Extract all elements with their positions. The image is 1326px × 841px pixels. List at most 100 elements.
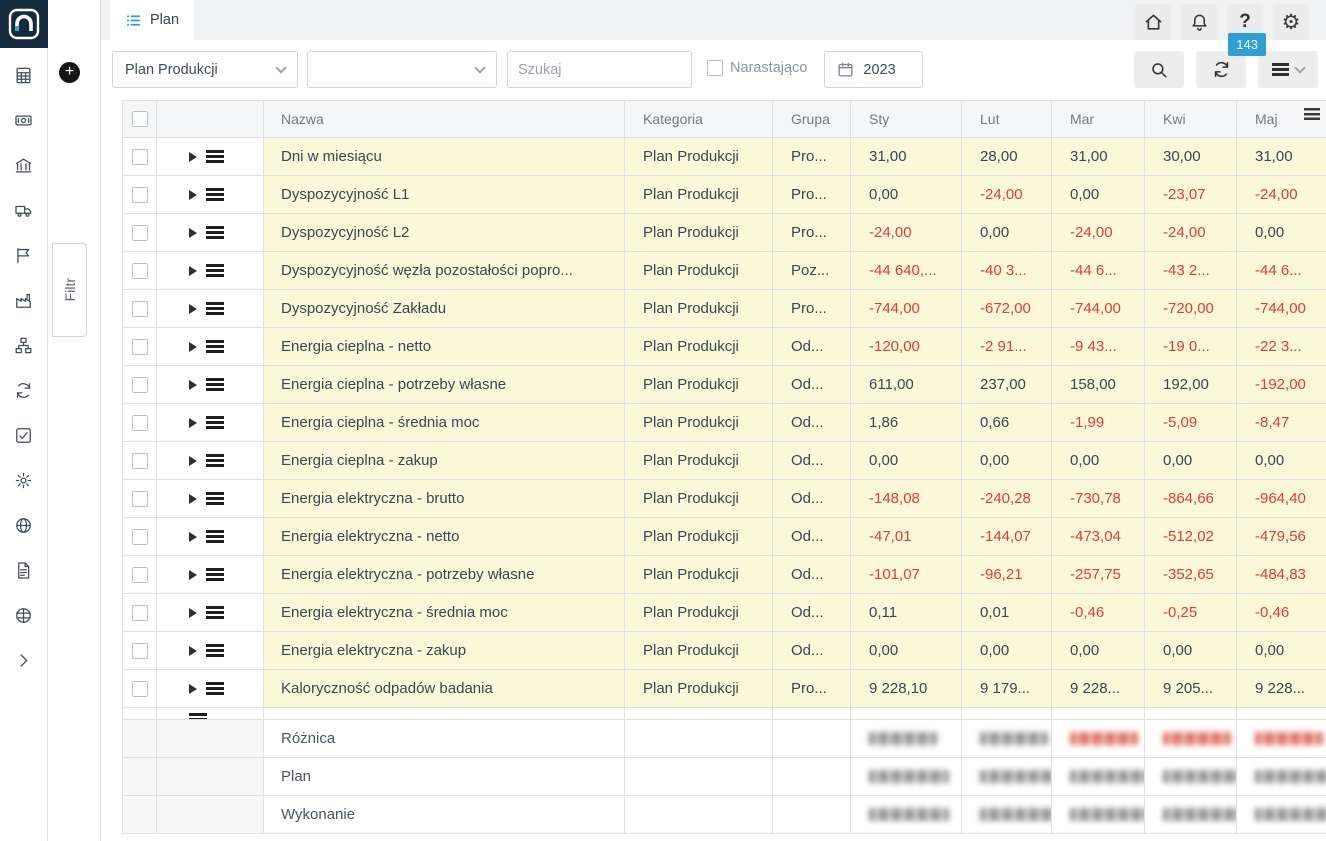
notifications-button[interactable] [1181,4,1217,40]
expand-arrow-icon[interactable] [189,418,197,428]
row-expand-cell [157,518,264,556]
expand-arrow-icon[interactable] [189,456,197,466]
column-menu-icon[interactable] [1304,108,1320,120]
expand-arrow-icon[interactable] [189,570,197,580]
row-menu-icon[interactable] [206,568,224,581]
expand-arrow-icon[interactable] [189,152,197,162]
row-menu-icon[interactable] [206,340,224,353]
row-checkbox[interactable] [132,225,148,241]
truck-icon[interactable] [11,196,37,224]
expand-arrow-icon[interactable] [189,266,197,276]
row-checkbox[interactable] [132,529,148,545]
row-checkbox[interactable] [132,605,148,621]
bank-icon[interactable] [11,151,37,179]
table-row[interactable]: Energia elektryczna - zakup Plan Produkc… [122,632,1326,670]
select-all-checkbox[interactable] [132,111,148,127]
column-header-grupa[interactable]: Grupa [773,100,851,138]
column-header-lut[interactable]: Lut [962,100,1052,138]
machine-icon[interactable] [11,466,37,494]
tasks-icon[interactable] [11,421,37,449]
web-icon[interactable] [11,601,37,629]
column-header-kwi[interactable]: Kwi [1145,100,1237,138]
payments-icon[interactable] [11,106,37,134]
row-checkbox[interactable] [132,415,148,431]
table-row[interactable]: Energia elektryczna - potrzeby własne Pl… [122,556,1326,594]
row-menu-icon[interactable] [206,606,224,619]
year-picker[interactable]: 2023 [824,51,923,88]
row-menu-icon[interactable] [206,644,224,657]
table-row[interactable]: Dni w miesiącu Plan Produkcji Pro... 31,… [122,138,1326,176]
home-button[interactable] [1135,4,1171,40]
expand-arrow-icon[interactable] [189,532,197,542]
globe-icon[interactable] [11,511,37,539]
row-checkbox[interactable] [132,187,148,203]
expand-arrow-icon[interactable] [189,494,197,504]
row-menu-icon[interactable] [206,492,224,505]
cumulative-checkbox[interactable]: Narastająco [707,60,807,76]
document-icon[interactable] [11,556,37,584]
row-menu-icon[interactable] [206,150,224,163]
row-checkbox[interactable] [132,301,148,317]
row-checkbox[interactable] [132,567,148,583]
column-header-kategoria[interactable]: Kategoria [625,100,773,138]
table-row[interactable]: Energia elektryczna - brutto Plan Produk… [122,480,1326,518]
flag-icon[interactable] [11,241,37,269]
expand-arrow-icon[interactable] [189,342,197,352]
grid-menu-button[interactable] [1258,51,1318,88]
table-row[interactable]: Energia cieplna - średnia moc Plan Produ… [122,404,1326,442]
table-row[interactable]: Energia elektryczna - średnia moc Plan P… [122,594,1326,632]
expand-arrow-icon[interactable] [189,190,197,200]
table-row[interactable]: Dyspozycyjność Zakładu Plan Produkcji Pr… [122,290,1326,328]
row-checkbox[interactable] [132,643,148,659]
expand-arrow-icon[interactable] [189,608,197,618]
calculator-icon[interactable] [11,61,37,89]
hierarchy-icon[interactable] [11,331,37,359]
table-row[interactable]: Energia cieplna - zakup Plan Produkcji O… [122,442,1326,480]
tab-plan[interactable]: Plan [110,0,194,40]
table-row[interactable]: Kaloryczność odpadów badania Plan Produk… [122,670,1326,708]
search-input[interactable] [518,62,681,78]
table-row[interactable]: Energia cieplna - netto Plan Produkcji O… [122,328,1326,366]
refresh-button[interactable] [1196,51,1246,88]
table-row[interactable]: Energia elektryczna - netto Plan Produkc… [122,518,1326,556]
add-filter-button[interactable]: + [59,62,80,83]
search-button[interactable] [1134,51,1184,88]
column-header-sty[interactable]: Sty [851,100,962,138]
expand-arrow-icon[interactable] [189,380,197,390]
table-row[interactable]: Dyspozycyjność L1 Plan Produkcji Pro... … [122,176,1326,214]
row-menu-icon[interactable] [206,530,224,543]
row-menu-icon[interactable] [206,302,224,315]
row-checkbox[interactable] [132,149,148,165]
row-checkbox[interactable] [132,491,148,507]
row-checkbox[interactable] [132,339,148,355]
row-menu-icon[interactable] [206,416,224,429]
table-row[interactable]: Energia cieplna - potrzeby własne Plan P… [122,366,1326,404]
view-select[interactable]: Plan Produkcji [112,51,298,88]
row-checkbox[interactable] [132,377,148,393]
sync-icon[interactable] [11,376,37,404]
row-checkbox[interactable] [132,681,148,697]
column-header-mar[interactable]: Mar [1052,100,1145,138]
expand-arrow-icon[interactable] [189,684,197,694]
row-checkbox[interactable] [132,263,148,279]
row-checkbox[interactable] [132,453,148,469]
expand-arrow-icon[interactable] [189,646,197,656]
row-menu-icon[interactable] [206,454,224,467]
settings-button[interactable]: ⚙ [1273,4,1309,40]
row-menu-icon[interactable] [206,226,224,239]
expand-arrow-icon[interactable] [189,228,197,238]
app-logo[interactable] [0,0,48,48]
column-header-nazwa[interactable]: Nazwa [264,100,625,138]
row-menu-icon[interactable] [206,682,224,695]
filter-panel-tab[interactable]: Filtr [52,243,87,337]
redacted-value [1163,770,1237,783]
factory-icon[interactable] [11,286,37,314]
row-menu-icon[interactable] [206,378,224,391]
expand-icon[interactable] [11,646,37,674]
table-row[interactable]: Dyspozycyjność węzła pozostałości popro.… [122,252,1326,290]
row-menu-icon[interactable] [206,188,224,201]
row-menu-icon[interactable] [206,264,224,277]
table-row[interactable]: Dyspozycyjność L2 Plan Produkcji Pro... … [122,214,1326,252]
expand-arrow-icon[interactable] [189,304,197,314]
secondary-select[interactable] [307,51,497,88]
